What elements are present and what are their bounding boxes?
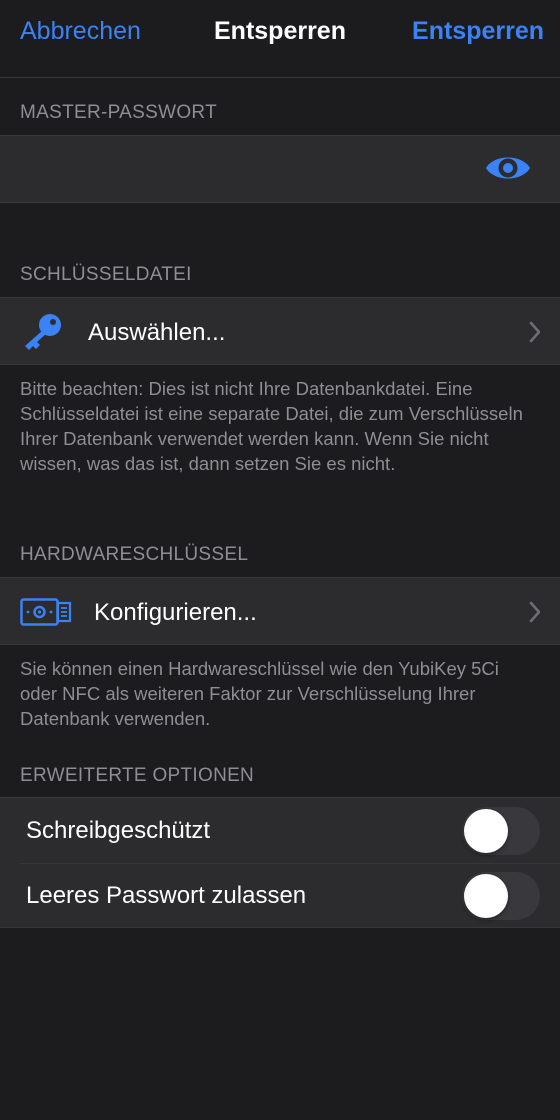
select-keyfile-row[interactable]: Auswählen... [0, 297, 560, 365]
read-only-label: Schreibgeschützt [26, 817, 211, 844]
unlock-button[interactable]: Entsperren [412, 17, 544, 46]
keyfile-footer-note: Bitte beachten: Dies ist nicht Ihre Date… [20, 378, 523, 474]
master-password-header: MASTER-PASSWORT [20, 102, 217, 123]
eye-icon[interactable] [484, 150, 532, 186]
key-icon [25, 314, 61, 350]
allow-empty-password-row: Leeres Passwort zulassen [0, 864, 560, 929]
select-keyfile-label: Auswählen... [88, 319, 226, 346]
navigation-bar: Abbrechen Entsperren Entsperren [0, 0, 560, 78]
chevron-right-icon [529, 601, 541, 623]
advanced-options-group: Schreibgeschützt Leeres Passwort zulasse… [0, 797, 560, 928]
configure-hardware-key-label: Konfigurieren... [94, 599, 257, 626]
master-password-field[interactable] [0, 135, 560, 203]
read-only-toggle[interactable] [462, 807, 540, 855]
allow-empty-password-toggle[interactable] [462, 872, 540, 920]
hardware-key-header: HARDWARESCHLÜSSEL [20, 544, 249, 565]
hardware-key-icon [20, 598, 72, 626]
read-only-row: Schreibgeschützt [0, 798, 560, 863]
toggle-knob [464, 809, 508, 853]
toggle-knob [464, 874, 508, 918]
hardware-key-footer-note: Sie können einen Hardwareschlüssel wie d… [20, 658, 499, 729]
keyfile-header: SCHLÜSSELDATEI [20, 264, 192, 285]
chevron-right-icon [529, 321, 541, 343]
advanced-options-header: ERWEITERTE OPTIONEN [20, 765, 255, 786]
configure-hardware-key-row[interactable]: Konfigurieren... [0, 577, 560, 645]
cancel-button[interactable]: Abbrechen [20, 17, 141, 46]
allow-empty-password-label: Leeres Passwort zulassen [26, 882, 307, 909]
